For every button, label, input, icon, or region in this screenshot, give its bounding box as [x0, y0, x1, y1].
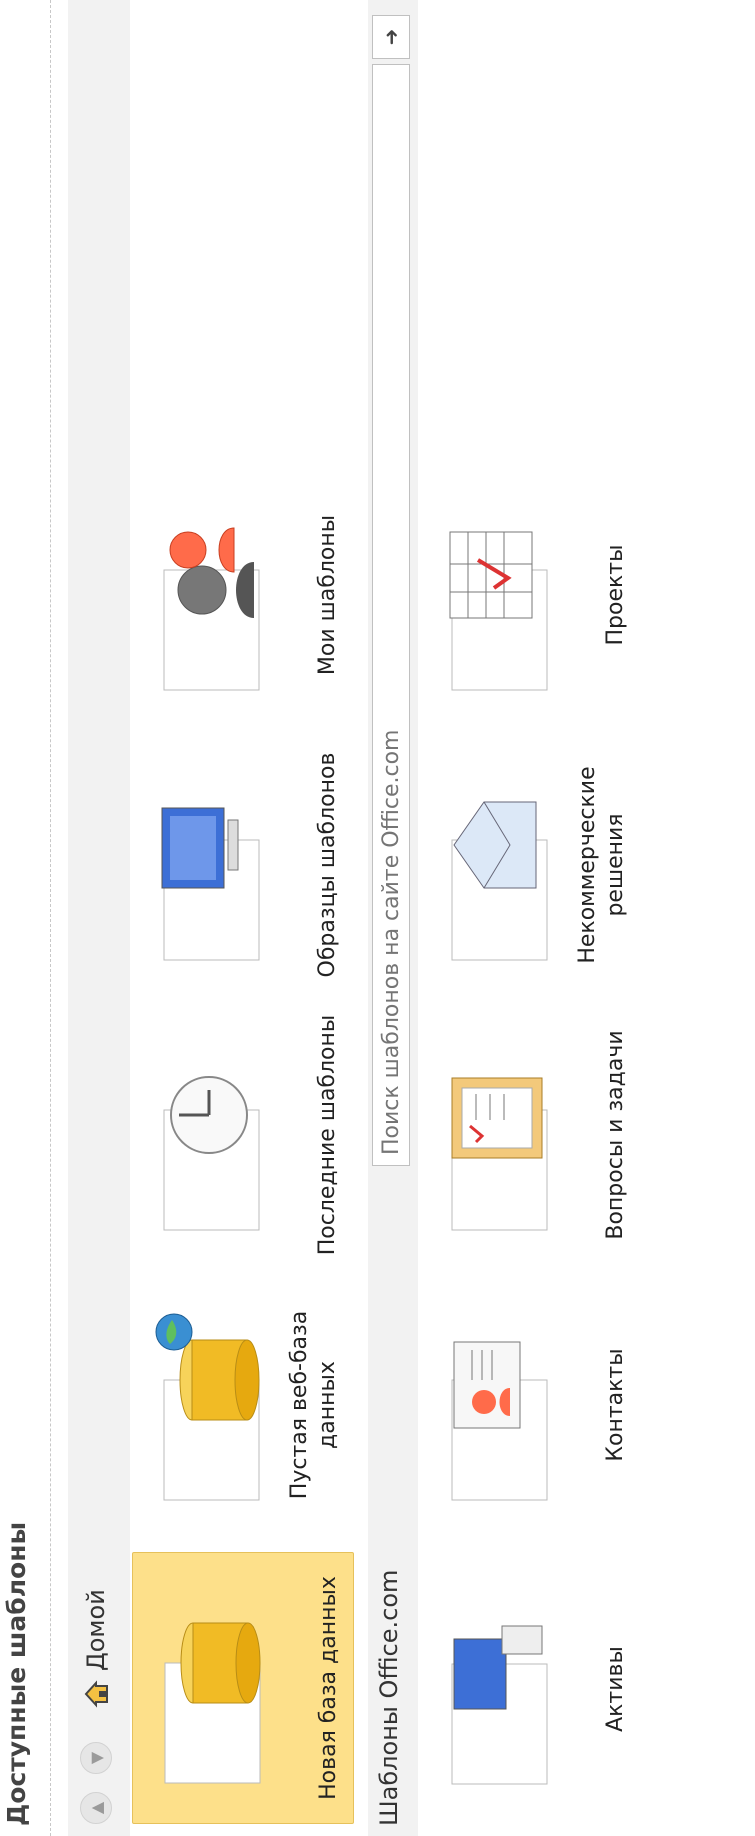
tile-contacts[interactable]: Контакты [420, 1270, 640, 1540]
divider [50, 0, 51, 1836]
arrow-back-icon[interactable]: ▲ [80, 1792, 112, 1824]
contacts-icon [451, 1341, 548, 1501]
tile-issues-tasks[interactable]: Вопросы и задачи [420, 1000, 640, 1270]
tile-label: Контакты [603, 1348, 628, 1462]
available-templates-title: Доступные шаблоны [2, 1521, 31, 1826]
projects-icon [449, 531, 548, 691]
tile-blank-web-database[interactable]: Пустая веб-база данных [132, 1270, 352, 1540]
templates-panel: Доступные шаблоны ▲ ▼ Домой Новая база д… [0, 0, 755, 1836]
tile-assets[interactable]: Активы [420, 1554, 640, 1824]
tile-label: Проекты [603, 544, 628, 646]
office-search-input[interactable] [372, 64, 410, 1166]
clock-icon [163, 1076, 260, 1231]
home-icon[interactable] [82, 1680, 110, 1708]
tile-my-templates[interactable]: Мои шаблоны [132, 460, 352, 730]
tile-label: Пустая веб-база данных [287, 1310, 340, 1500]
assets-icon [451, 1625, 548, 1785]
tile-nonprofit[interactable]: Некоммерческие решения [420, 730, 640, 1000]
tile-label: Некоммерческие решения [575, 766, 628, 964]
tile-new-database[interactable]: Новая база данных [132, 1552, 354, 1824]
computer-icon [161, 807, 260, 961]
nonprofit-icon [451, 801, 548, 961]
tile-label: Последние шаблоны [315, 1014, 340, 1256]
tile-recent-templates[interactable]: Последние шаблоны [132, 1000, 352, 1270]
web-database-icon [155, 1313, 260, 1501]
tile-label: Активы [603, 1646, 628, 1732]
tile-projects[interactable]: Проекты [420, 460, 640, 730]
office-section-title: Шаблоны Office.com [375, 1569, 403, 1826]
issues-tasks-icon [451, 1077, 548, 1231]
user-icon [163, 527, 260, 691]
tile-label: Новая база данных [316, 1576, 341, 1800]
tile-label: Образцы шаблонов [315, 752, 340, 978]
arrow-forward-icon[interactable]: ▼ [80, 1742, 112, 1774]
database-icon [164, 1622, 261, 1784]
tile-sample-templates[interactable]: Образцы шаблонов [132, 730, 352, 1000]
tile-label: Мои шаблоны [315, 514, 340, 676]
home-link[interactable]: Домой [82, 1589, 110, 1671]
search-arrow-icon[interactable]: ➜ [372, 15, 410, 59]
tile-label: Вопросы и задачи [603, 1030, 628, 1240]
nav-strip [68, 0, 130, 1836]
